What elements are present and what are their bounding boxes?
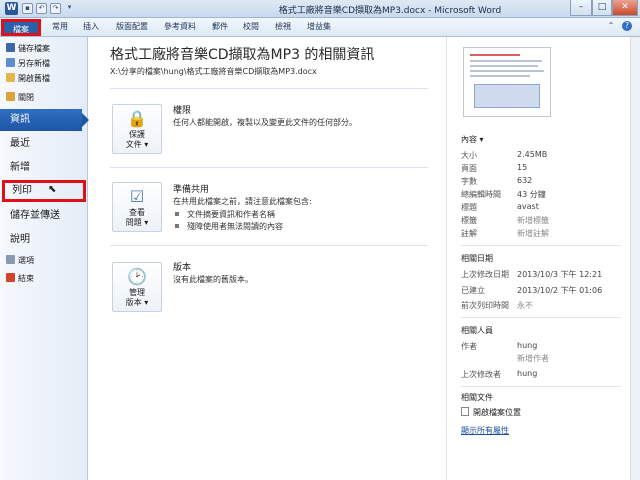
prepare-bullet: 殘障使用者無法閱讀的內容 xyxy=(175,221,283,232)
options-icon xyxy=(6,255,15,264)
tab-page-layout[interactable]: 版面配置 xyxy=(116,21,148,32)
bullet-icon xyxy=(175,212,179,216)
save-icon xyxy=(6,43,15,52)
tab-file[interactable]: 檔案 xyxy=(1,19,41,36)
comments-field[interactable]: 新增註解 xyxy=(517,228,549,239)
tab-mailings[interactable]: 郵件 xyxy=(212,21,228,32)
prepare-bullet: 文件摘要資訊和作者名稱 xyxy=(175,209,275,220)
close-document-icon xyxy=(6,92,15,101)
minimize-button[interactable]: – xyxy=(570,0,592,16)
nav-close[interactable]: 關閉 xyxy=(6,92,34,105)
properties-pane: 內容 ▾ 大小 2.45MB 頁面 15 字數 632 總編輯時間 43 分鐘 標題 av… xyxy=(446,37,630,480)
exit-icon xyxy=(6,273,15,282)
related-docs-header: 相關文件 xyxy=(461,393,493,402)
save-as-icon xyxy=(6,58,15,67)
nav-info[interactable]: 資訊 xyxy=(0,109,89,131)
prepare-desc: 在共用此檔案之前，請注意此檔案包含: xyxy=(173,197,312,206)
tab-insert[interactable]: 插入 xyxy=(83,21,99,32)
manage-versions-button[interactable]: 🕑 管理 版本 ▾ xyxy=(112,262,162,312)
title-field[interactable]: avast xyxy=(517,202,539,211)
divider xyxy=(461,386,621,387)
file-path: X:\分享的檔案\hung\格式工廠將音樂CD擷取為MP3.docx xyxy=(110,67,317,76)
nav-save-and-send[interactable]: 儲存並傳送 xyxy=(0,205,86,227)
page-title: 格式工廠將音樂CD擷取為MP3 的相關資訊 xyxy=(110,47,375,63)
word-app-icon[interactable]: W xyxy=(5,2,18,15)
tab-add-ins[interactable]: 增益集 xyxy=(307,21,331,32)
nav-new[interactable]: 新增 xyxy=(0,157,86,179)
bullet-icon xyxy=(175,224,179,228)
title-bar: W ▪ ↶ ↷ ▾ 格式工廠將音樂CD擷取為MP3.docx - Microso… xyxy=(0,0,640,18)
help-icon[interactable]: ? xyxy=(622,21,632,31)
window-title: 格式工廠將音樂CD擷取為MP3.docx - Microsoft Word xyxy=(278,6,502,16)
nav-save-as[interactable]: 另存新檔 xyxy=(6,58,50,71)
redo-icon[interactable]: ↷ xyxy=(50,3,61,14)
show-all-properties-link[interactable]: 顯示所有屬性 xyxy=(461,425,509,436)
save-icon[interactable]: ▪ xyxy=(22,3,33,14)
tags-field[interactable]: 新增標籤 xyxy=(517,215,549,226)
divider xyxy=(461,317,621,318)
tab-references[interactable]: 參考資料 xyxy=(164,21,196,32)
author-name[interactable]: hung xyxy=(517,341,537,350)
check-for-issues-button[interactable]: ☑ 查看 問題 ▾ xyxy=(112,182,162,232)
nav-exit[interactable]: 結束 xyxy=(6,273,34,286)
people-header: 相關人員 xyxy=(461,326,493,335)
divider xyxy=(461,245,621,246)
vertical-scrollbar[interactable] xyxy=(630,37,640,480)
backstage-nav: 儲存檔案 另存新檔 開啟舊檔 關閉 資訊 最近 新增 列印 儲存並傳送 說明 選… xyxy=(0,37,89,480)
document-thumbnail[interactable] xyxy=(463,47,551,117)
tab-review[interactable]: 校閱 xyxy=(243,21,259,32)
dates-header: 相關日期 xyxy=(461,254,493,263)
properties-header[interactable]: 內容 ▾ xyxy=(461,134,484,145)
versions-desc: 沒有此檔案的舊版本。 xyxy=(173,275,253,284)
nav-help[interactable]: 說明 xyxy=(0,229,86,251)
versions-clock-icon: 🕑 xyxy=(127,267,147,286)
nav-save[interactable]: 儲存檔案 xyxy=(6,43,50,56)
add-author-field[interactable]: 新增作者 xyxy=(517,353,549,364)
prepare-title: 準備共用 xyxy=(173,185,210,195)
divider xyxy=(110,167,428,168)
maximize-button[interactable]: □ xyxy=(592,0,612,16)
mouse-cursor-icon: ⬉ xyxy=(48,184,57,195)
nav-print[interactable]: 列印 xyxy=(2,180,86,202)
last-modified-by[interactable]: hung xyxy=(517,369,537,378)
open-file-location-link[interactable]: 開啟檔案位置 xyxy=(461,407,521,418)
tab-view[interactable]: 檢視 xyxy=(275,21,291,32)
undo-icon[interactable]: ↶ xyxy=(36,3,47,14)
protect-document-button[interactable]: 🔒 保護 文件 ▾ xyxy=(112,104,162,154)
ribbon-tab-bar: 檔案 常用 插入 版面配置 參考資料 郵件 校閱 檢視 增益集 ⌃ ? xyxy=(0,18,640,37)
close-button[interactable]: ✕ xyxy=(612,0,638,16)
folder-icon xyxy=(461,407,469,416)
qat-dropdown-icon[interactable]: ▾ xyxy=(64,3,75,14)
nav-open[interactable]: 開啟舊檔 xyxy=(6,73,50,86)
tab-home[interactable]: 常用 xyxy=(52,21,68,32)
divider xyxy=(110,88,428,89)
ribbon-minimize-icon[interactable]: ⌃ xyxy=(606,21,616,31)
document-check-icon: ☑ xyxy=(129,187,145,206)
versions-title: 版本 xyxy=(173,263,192,273)
lock-icon: 🔒 xyxy=(127,109,147,128)
permissions-desc: 任何人都能開啟，複製以及變更此文件的任何部分。 xyxy=(173,118,357,127)
open-folder-icon xyxy=(6,73,15,82)
nav-recent[interactable]: 最近 xyxy=(0,133,86,155)
nav-options[interactable]: 選項 xyxy=(6,255,34,268)
permissions-title: 權限 xyxy=(173,106,192,116)
divider xyxy=(110,245,428,246)
